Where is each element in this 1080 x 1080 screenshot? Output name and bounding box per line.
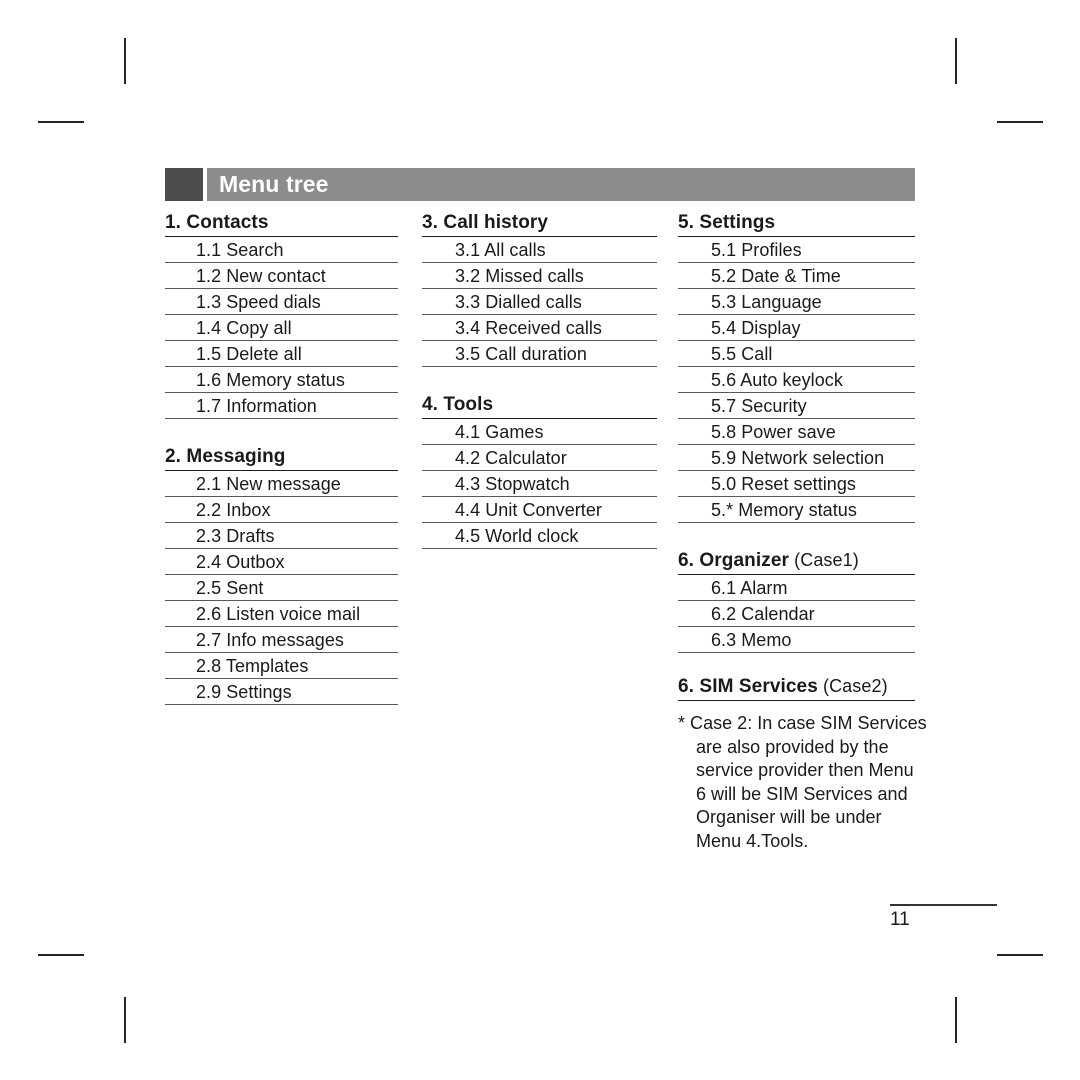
section-header-banner: Menu tree (165, 168, 915, 201)
menu-group-heading-label: 6. SIM Services (678, 676, 818, 697)
menu-item[interactable]: 4.5 World clock (422, 523, 657, 549)
crop-mark-bottom-right-vertical (955, 997, 957, 1043)
menu-group-heading: 5. Settings (678, 211, 915, 237)
footnote-text: * Case 2: In case SIM Services are also … (678, 713, 927, 851)
menu-item[interactable]: 6.2 Calendar (678, 601, 915, 627)
menu-item[interactable]: 5.6 Auto keylock (678, 367, 915, 393)
menu-item-list: 1.1 Search 1.2 New contact 1.3 Speed dia… (165, 237, 398, 419)
menu-item[interactable]: 6.3 Memo (678, 627, 915, 653)
menu-item[interactable]: 1.5 Delete all (165, 341, 398, 367)
crop-mark-top-left-horizontal (38, 121, 84, 123)
menu-item[interactable]: 5.9 Network selection (678, 445, 915, 471)
menu-item[interactable]: 2.6 Listen voice mail (165, 601, 398, 627)
page-number: 11 (890, 908, 910, 930)
menu-item[interactable]: 3.4 Received calls (422, 315, 657, 341)
menu-column-2: 3. Call history 3.1 All calls 3.2 Missed… (422, 211, 657, 549)
menu-group-organizer: 6. Organizer (Case1) 6.1 Alarm 6.2 Calen… (678, 549, 915, 653)
menu-group-heading: 6. Organizer (Case1) (678, 549, 915, 575)
menu-item[interactable]: 3.3 Dialled calls (422, 289, 657, 315)
menu-item[interactable]: 2.8 Templates (165, 653, 398, 679)
menu-item[interactable]: 2.2 Inbox (165, 497, 398, 523)
menu-group-heading: 1. Contacts (165, 211, 398, 237)
crop-mark-bottom-left-vertical (124, 997, 126, 1043)
crop-mark-bottom-left-horizontal (38, 954, 84, 956)
menu-item-list: 6.1 Alarm 6.2 Calendar 6.3 Memo (678, 575, 915, 653)
menu-item[interactable]: 1.4 Copy all (165, 315, 398, 341)
menu-group-messaging: 2. Messaging 2.1 New message 2.2 Inbox 2… (165, 445, 398, 705)
menu-item-list: 4.1 Games 4.2 Calculator 4.3 Stopwatch 4… (422, 419, 657, 549)
menu-group-sim-services: 6. SIM Services (Case2) (678, 675, 915, 701)
header-accent-square (165, 168, 203, 201)
menu-item[interactable]: 5.4 Display (678, 315, 915, 341)
menu-item[interactable]: 4.2 Calculator (422, 445, 657, 471)
menu-item[interactable]: 2.3 Drafts (165, 523, 398, 549)
menu-item[interactable]: 2.7 Info messages (165, 627, 398, 653)
menu-item-list: 5.1 Profiles 5.2 Date & Time 5.3 Languag… (678, 237, 915, 523)
menu-group-heading: 6. SIM Services (Case2) (678, 675, 915, 701)
menu-item[interactable]: 2.1 New message (165, 471, 398, 497)
menu-group-contacts: 1. Contacts 1.1 Search 1.2 New contact 1… (165, 211, 398, 419)
crop-mark-top-right-vertical (955, 38, 957, 84)
menu-item[interactable]: 2.4 Outbox (165, 549, 398, 575)
menu-column-1: 1. Contacts 1.1 Search 1.2 New contact 1… (165, 211, 398, 705)
menu-group-heading: 2. Messaging (165, 445, 398, 471)
menu-item[interactable]: 4.4 Unit Converter (422, 497, 657, 523)
crop-mark-bottom-right-horizontal (997, 954, 1043, 956)
menu-item[interactable]: 2.5 Sent (165, 575, 398, 601)
menu-group-heading: 3. Call history (422, 211, 657, 237)
menu-item-list: 3.1 All calls 3.2 Missed calls 3.3 Diall… (422, 237, 657, 367)
menu-item[interactable]: 3.2 Missed calls (422, 263, 657, 289)
menu-group-heading: 4. Tools (422, 393, 657, 419)
menu-group-settings: 5. Settings 5.1 Profiles 5.2 Date & Time… (678, 211, 915, 523)
page-title: Menu tree (219, 171, 329, 197)
menu-group-tools: 4. Tools 4.1 Games 4.2 Calculator 4.3 St… (422, 393, 657, 549)
menu-item[interactable]: 5.0 Reset settings (678, 471, 915, 497)
menu-item[interactable]: 1.1 Search (165, 237, 398, 263)
menu-item[interactable]: 4.3 Stopwatch (422, 471, 657, 497)
crop-mark-top-left-vertical (124, 38, 126, 84)
menu-item[interactable]: 5.7 Security (678, 393, 915, 419)
menu-item[interactable]: 3.5 Call duration (422, 341, 657, 367)
column-spacer (678, 653, 915, 675)
menu-group-heading-case-tag: (Case1) (789, 550, 859, 570)
menu-column-3: 5. Settings 5.1 Profiles 5.2 Date & Time… (678, 211, 927, 854)
menu-item[interactable]: 1.2 New contact (165, 263, 398, 289)
crop-mark-top-right-horizontal (997, 121, 1043, 123)
menu-item[interactable]: 5.3 Language (678, 289, 915, 315)
menu-item[interactable]: 5.* Memory status (678, 497, 915, 523)
menu-group-call-history: 3. Call history 3.1 All calls 3.2 Missed… (422, 211, 657, 367)
column-spacer (165, 419, 398, 445)
menu-item[interactable]: 6.1 Alarm (678, 575, 915, 601)
menu-group-heading-label: 6. Organizer (678, 550, 790, 571)
menu-item-list: 2.1 New message 2.2 Inbox 2.3 Drafts 2.4… (165, 471, 398, 705)
menu-item[interactable]: 4.1 Games (422, 419, 657, 445)
menu-item[interactable]: 1.6 Memory status (165, 367, 398, 393)
menu-item[interactable]: 1.3 Speed dials (165, 289, 398, 315)
page-footer: 11 (890, 904, 997, 932)
menu-item[interactable]: 5.5 Call (678, 341, 915, 367)
menu-item[interactable]: 5.1 Profiles (678, 237, 915, 263)
menu-item[interactable]: 1.7 Information (165, 393, 398, 419)
column-spacer (422, 367, 657, 393)
menu-item[interactable]: 2.9 Settings (165, 679, 398, 705)
menu-group-heading-case-tag: (Case2) (817, 676, 888, 696)
menu-item[interactable]: 5.8 Power save (678, 419, 915, 445)
menu-item[interactable]: 5.2 Date & Time (678, 263, 915, 289)
column-spacer (678, 523, 915, 549)
menu-item[interactable]: 3.1 All calls (422, 237, 657, 263)
